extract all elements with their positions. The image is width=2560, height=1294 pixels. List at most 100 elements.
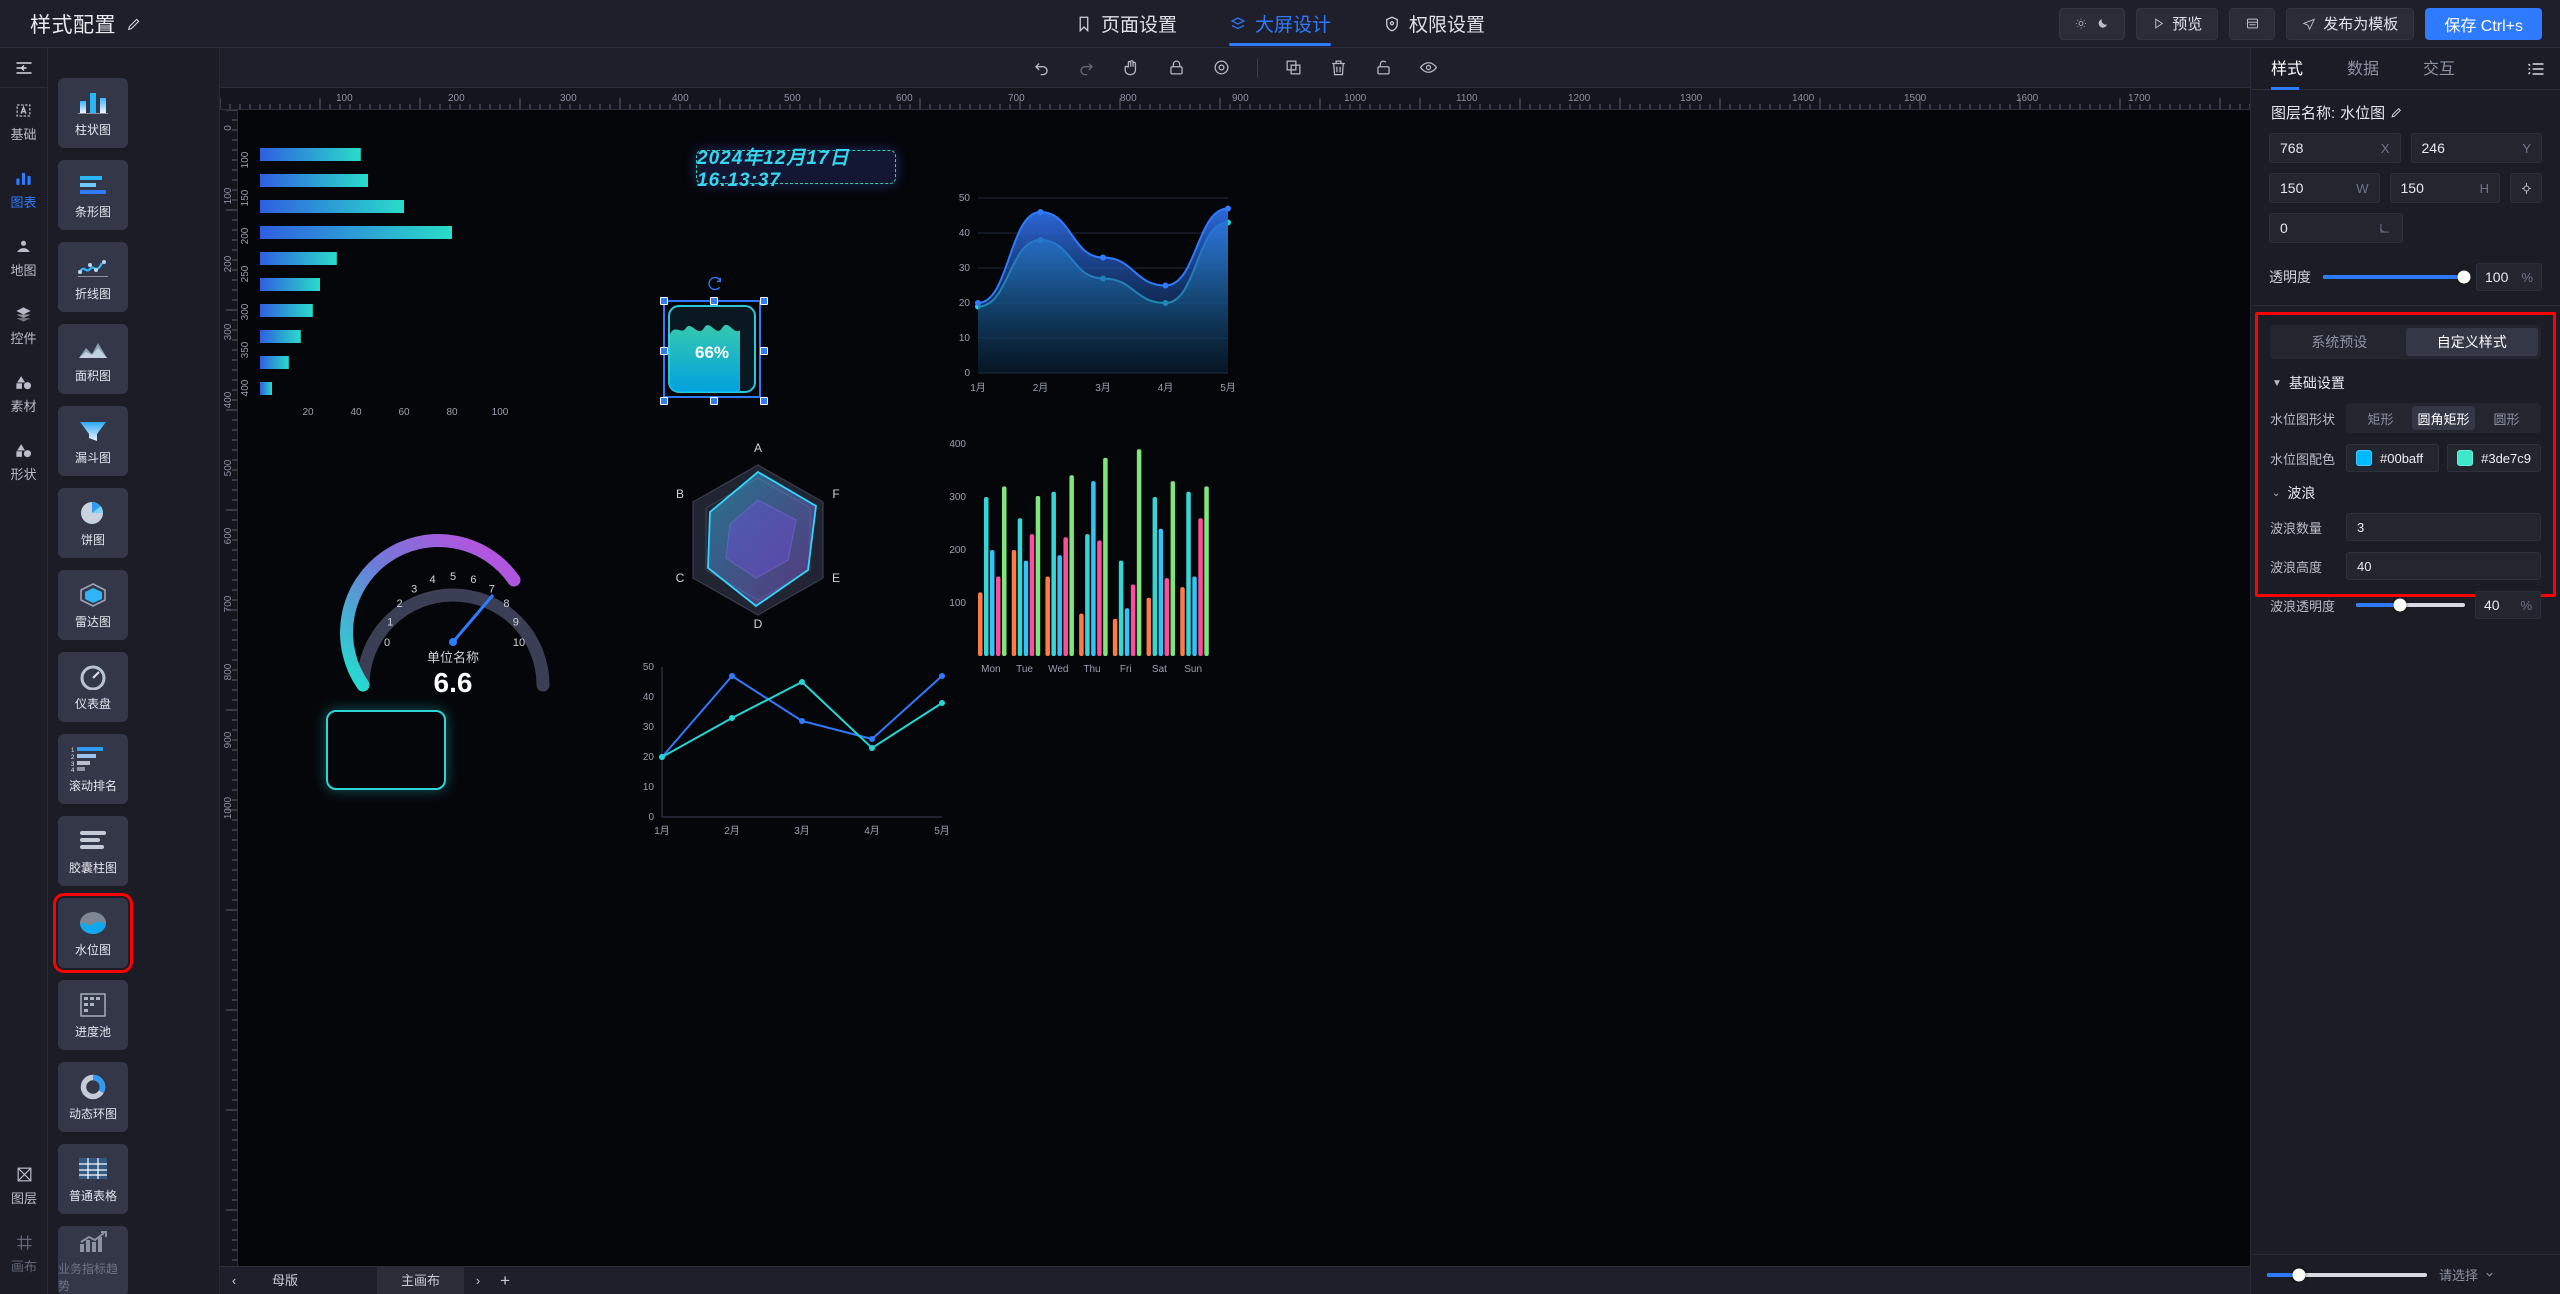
- page-tab-main-canvas[interactable]: 主画布: [377, 1266, 465, 1294]
- width-field[interactable]: 150 W: [2269, 173, 2380, 203]
- palette-item-donut[interactable]: 动态环图: [58, 1062, 128, 1132]
- resize-handle-w[interactable]: [660, 347, 668, 355]
- palette-item-capsule[interactable]: 胶囊柱图: [58, 816, 128, 886]
- rail-item-chart[interactable]: 图表: [0, 156, 47, 224]
- wave-settings-header[interactable]: ⌄ 波浪: [2272, 483, 2541, 503]
- theme-toggle[interactable]: [2059, 7, 2126, 40]
- palette-item-funnel[interactable]: 漏斗图: [58, 406, 128, 476]
- rail-item-canvas[interactable]: 画布: [0, 1220, 48, 1288]
- rail-item-layers[interactable]: 图层: [0, 1152, 48, 1220]
- widget-clock[interactable]: 2024年12月17日 16:13:37: [696, 148, 896, 191]
- zoom-slider-knob[interactable]: [2292, 1268, 2306, 1281]
- area-chart-icon: [76, 335, 110, 363]
- page-add-button[interactable]: +: [492, 1271, 518, 1291]
- palette-item-table[interactable]: 普通表格: [58, 1144, 128, 1214]
- tab-style[interactable]: 样式: [2271, 48, 2325, 90]
- opacity-slider[interactable]: [2323, 270, 2471, 284]
- height-field[interactable]: 150 H: [2389, 173, 2500, 203]
- design-stage[interactable]: 20 40 60 80 100 100 150 200 250 300 350 400 2024年1…: [238, 110, 2250, 1266]
- rotation-field[interactable]: 0: [2269, 213, 2403, 243]
- target-icon[interactable]: [1212, 58, 1231, 77]
- page-prev-button[interactable]: ‹: [220, 1273, 248, 1288]
- resize-handle-nw[interactable]: [660, 297, 668, 305]
- list-icon[interactable]: [2526, 59, 2546, 79]
- resize-handle-n[interactable]: [710, 297, 718, 305]
- ruler-vertical[interactable]: 0 100 200 300 400 500 600 700 800 900 1000: [220, 110, 238, 1266]
- y-field[interactable]: 246 Y: [2410, 133, 2542, 163]
- color-field-1[interactable]: #00baff: [2346, 444, 2440, 472]
- palette-item-gauge[interactable]: 仪表盘: [58, 652, 128, 722]
- redo-icon[interactable]: [1077, 58, 1096, 77]
- rail-item-widget[interactable]: 控件: [0, 292, 47, 360]
- group-icon[interactable]: [1284, 58, 1303, 77]
- footer-select[interactable]: 请选择: [2439, 1265, 2495, 1284]
- shape-option-rounded-rect[interactable]: 圆角矩形: [2412, 406, 2475, 430]
- delete-icon[interactable]: [1329, 58, 1348, 77]
- widget-multi-bar-chart[interactable]: 100 200 300 400 Mon Tue Wed Thu Fri Sat Sun: [938, 430, 1228, 715]
- publish-template-button[interactable]: 发布为模板: [2286, 7, 2415, 40]
- resize-handle-sw[interactable]: [660, 397, 668, 405]
- opacity-value-box[interactable]: 100 %: [2476, 263, 2542, 291]
- palette-item-bar[interactable]: 柱状图: [58, 78, 128, 148]
- wave-opacity-value-box[interactable]: 40 %: [2475, 591, 2541, 619]
- rail-item-shape[interactable]: 形状: [0, 428, 47, 496]
- wave-opacity-slider-knob[interactable]: [2393, 598, 2407, 612]
- save-button[interactable]: 保存 Ctrl+s: [2425, 7, 2542, 40]
- ruler-horizontal[interactable]: 100 200 300 400 500 600 700 800 900 1000 1100 1200 1…: [220, 88, 2250, 110]
- nav-screen-design[interactable]: 大屏设计: [1228, 0, 1332, 48]
- aspect-lock-button[interactable]: [2510, 173, 2542, 203]
- palette-item-pie[interactable]: 饼图: [58, 488, 128, 558]
- palette-item-progress-pool[interactable]: 进度池: [58, 980, 128, 1050]
- resize-handle-se[interactable]: [760, 397, 768, 405]
- widget-horizontal-bar-chart[interactable]: 20 40 60 80 100 100 150 200 250 300 350 400: [238, 130, 538, 445]
- palette-item-trend[interactable]: 业务指标趋势: [58, 1226, 128, 1294]
- lock-closed-icon[interactable]: [1167, 58, 1186, 77]
- shape-option-rect[interactable]: 矩形: [2349, 406, 2412, 430]
- palette-item-ranking[interactable]: 1234 滚动排名: [58, 734, 128, 804]
- resize-handle-s[interactable]: [710, 397, 718, 405]
- zoom-slider[interactable]: [2267, 1268, 2427, 1281]
- eye-icon[interactable]: [1419, 58, 1438, 77]
- tab-interaction[interactable]: 交互: [2401, 48, 2477, 90]
- nav-permission-settings[interactable]: 权限设置: [1383, 0, 1485, 48]
- palette-item-line[interactable]: 折线图: [58, 242, 128, 312]
- palette-item-hbar[interactable]: 条形图: [58, 160, 128, 230]
- palette-item-area[interactable]: 面积图: [58, 324, 128, 394]
- rail-collapse-button[interactable]: [0, 48, 47, 88]
- style-mode-preset[interactable]: 系统预设: [2273, 328, 2406, 356]
- page-tab-master[interactable]: 母版: [248, 1267, 322, 1294]
- style-mode-custom[interactable]: 自定义样式: [2405, 328, 2538, 356]
- color-field-2[interactable]: #3de7c9: [2447, 444, 2541, 472]
- basic-settings-header[interactable]: ▼ 基础设置: [2272, 373, 2541, 393]
- preview-button[interactable]: 预览: [2136, 7, 2219, 40]
- rotate-handle-icon[interactable]: [707, 276, 723, 292]
- wave-opacity-slider[interactable]: [2356, 598, 2465, 612]
- pencil-icon[interactable]: [2390, 106, 2403, 119]
- page-next-button[interactable]: ›: [464, 1273, 492, 1288]
- rail-item-basic[interactable]: 基础: [0, 88, 47, 156]
- hand-icon[interactable]: [1122, 58, 1141, 77]
- resize-handle-e[interactable]: [760, 347, 768, 355]
- resize-handle-ne[interactable]: [760, 297, 768, 305]
- widget-water-level[interactable]: 66%: [660, 276, 768, 405]
- rail-item-map[interactable]: 地图: [0, 224, 47, 292]
- svg-text:8: 8: [503, 598, 509, 610]
- wave-count-input[interactable]: 3: [2346, 513, 2541, 541]
- shape-option-circle[interactable]: 圆形: [2475, 406, 2538, 430]
- widget-area-chart[interactable]: 0 10 20 30 40 50 1月 2月 3月 4月 5月: [938, 180, 1248, 425]
- rail-item-material[interactable]: 素材: [0, 360, 47, 428]
- palette-item-radar[interactable]: 雷达图: [58, 570, 128, 640]
- widget-line-chart[interactable]: 0 10 20 30 40 50 1月 2月 3月 4月 5月: [628, 655, 968, 860]
- wave-height-input[interactable]: 40: [2346, 552, 2541, 580]
- widget-radar-chart[interactable]: A B C D E F: [638, 420, 878, 655]
- opacity-slider-knob[interactable]: [2457, 270, 2471, 284]
- nav-page-settings[interactable]: 页面设置: [1075, 0, 1177, 48]
- layout-button[interactable]: [2229, 7, 2276, 40]
- undo-icon[interactable]: [1032, 58, 1051, 77]
- x-field[interactable]: 768 X: [2269, 133, 2401, 163]
- tab-data[interactable]: 数据: [2325, 48, 2401, 90]
- widget-rounded-rect[interactable]: [326, 710, 446, 790]
- palette-item-water-level[interactable]: 水位图: [53, 893, 133, 973]
- pencil-icon[interactable]: [126, 16, 142, 32]
- unlock-icon[interactable]: [1374, 58, 1393, 77]
